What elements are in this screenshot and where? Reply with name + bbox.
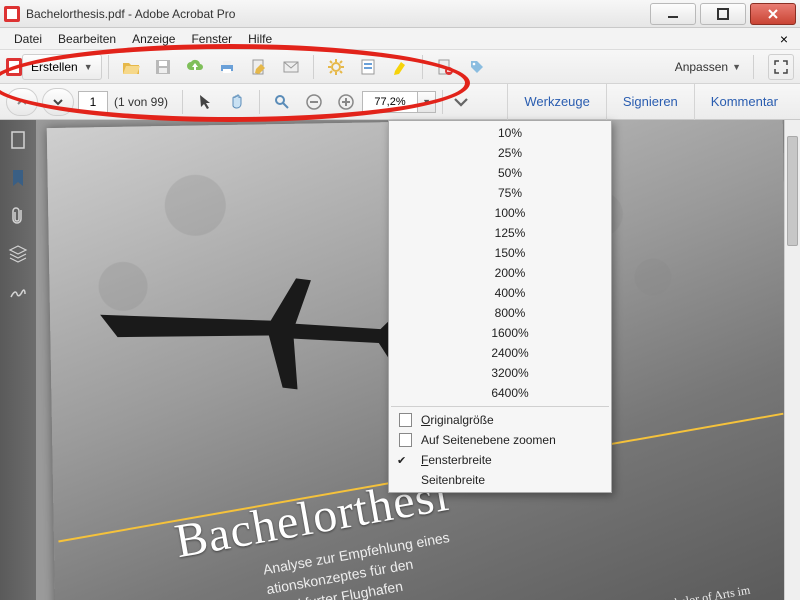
divider <box>259 90 260 114</box>
open-button[interactable] <box>117 54 145 80</box>
zoom-in-button[interactable] <box>332 89 360 115</box>
page-number-input[interactable] <box>78 91 108 113</box>
window-title: Bachelorthesis.pdf - Adobe Acrobat Pro <box>26 7 646 21</box>
signatures-icon[interactable] <box>8 282 28 302</box>
menu-datei[interactable]: Datei <box>6 30 50 48</box>
zoom-option-100[interactable]: 100% <box>389 203 611 223</box>
tag-button[interactable] <box>463 54 491 80</box>
zoom-out-button[interactable] <box>300 89 328 115</box>
customize-label: Anpassen <box>675 60 728 74</box>
zoom-option-50[interactable]: 50% <box>389 163 611 183</box>
page-up-button[interactable] <box>6 88 38 116</box>
page-count-label: (1 von 99) <box>114 95 168 109</box>
layers-icon[interactable] <box>8 244 28 264</box>
maximize-button[interactable] <box>700 3 746 25</box>
close-button[interactable] <box>750 3 796 25</box>
zoom-option-125[interactable]: 125% <box>389 223 611 243</box>
mail-button[interactable] <box>277 54 305 80</box>
divider <box>313 55 314 79</box>
zoom-option-3200[interactable]: 3200% <box>389 363 611 383</box>
create-pdf-icon <box>6 58 22 76</box>
window-titlebar: Bachelorthesis.pdf - Adobe Acrobat Pro <box>0 0 800 28</box>
zoom-option-2400[interactable]: 2400% <box>389 343 611 363</box>
zoom-option-200[interactable]: 200% <box>389 263 611 283</box>
zoom-option-1600[interactable]: 1600% <box>389 323 611 343</box>
menu-hilfe[interactable]: Hilfe <box>240 30 280 48</box>
zoom-value-input[interactable] <box>362 91 418 113</box>
toolbar-menu-button[interactable] <box>451 89 471 115</box>
attachments-icon[interactable] <box>8 206 28 226</box>
chevron-down-icon: ▼ <box>84 62 93 72</box>
zoom-marquee-button[interactable] <box>268 89 296 115</box>
zoom-option-page-width[interactable]: Seitenbreite <box>389 470 611 490</box>
zoom-option-window-width[interactable]: ✔Fensterbreite <box>389 450 611 470</box>
create-label: Erstellen <box>31 60 78 74</box>
page-icon <box>399 433 412 447</box>
edit-button[interactable] <box>245 54 273 80</box>
bookmarks-icon[interactable] <box>8 168 28 188</box>
zoom-option-75[interactable]: 75% <box>389 183 611 203</box>
tab-signieren[interactable]: Signieren <box>606 84 694 120</box>
scrollbar-thumb[interactable] <box>787 136 798 246</box>
toolbar-primary: Erstellen ▼ Anpassen ▼ <box>0 50 800 84</box>
zoom-option-10[interactable]: 10% <box>389 123 611 143</box>
divider <box>442 90 443 114</box>
settings-button[interactable] <box>322 54 350 80</box>
zoom-option-800[interactable]: 800% <box>389 303 611 323</box>
zoom-dropdown-button[interactable]: ▼ <box>418 91 436 113</box>
document-close-icon[interactable]: × <box>774 31 794 47</box>
minimize-button[interactable] <box>650 3 696 25</box>
delete-button[interactable] <box>431 54 459 80</box>
zoom-option-fit-page[interactable]: Auf Seitenebene zoomen <box>389 430 611 450</box>
form-button[interactable] <box>354 54 382 80</box>
toolbar-navigation: (1 von 99) ▼ Werkzeuge Signieren Komment… <box>0 84 800 120</box>
customize-button[interactable]: Anpassen ▼ <box>669 56 747 78</box>
tab-werkzeuge[interactable]: Werkzeuge <box>507 84 606 120</box>
menu-bar: Datei Bearbeiten Anzeige Fenster Hilfe × <box>0 28 800 50</box>
app-icon <box>4 6 20 22</box>
menu-fenster[interactable]: Fenster <box>183 30 240 48</box>
thumbnails-icon[interactable] <box>8 130 28 150</box>
divider <box>182 90 183 114</box>
page-icon <box>399 413 412 427</box>
page-down-button[interactable] <box>42 88 74 116</box>
zoom-option-400[interactable]: 400% <box>389 283 611 303</box>
divider <box>753 55 754 79</box>
save-button[interactable] <box>149 54 177 80</box>
zoom-dropdown-menu: 10% 25% 50% 75% 100% 125% 150% 200% 400%… <box>388 120 612 493</box>
cloud-button[interactable] <box>181 54 209 80</box>
divider <box>108 55 109 79</box>
vertical-scrollbar[interactable] <box>784 120 800 600</box>
right-panel-tabs: Werkzeuge Signieren Kommentar <box>507 84 794 120</box>
print-button[interactable] <box>213 54 241 80</box>
chevron-down-icon: ▼ <box>732 62 741 72</box>
fullscreen-button[interactable] <box>768 54 794 80</box>
zoom-option-original[interactable]: Originalgröße <box>389 410 611 430</box>
hand-tool-button[interactable] <box>223 89 251 115</box>
navigation-sidebar <box>0 120 36 600</box>
menu-anzeige[interactable]: Anzeige <box>124 30 183 48</box>
tab-kommentar[interactable]: Kommentar <box>694 84 794 120</box>
select-tool-button[interactable] <box>191 89 219 115</box>
menu-bearbeiten[interactable]: Bearbeiten <box>50 30 124 48</box>
zoom-option-6400[interactable]: 6400% <box>389 383 611 403</box>
zoom-option-150[interactable]: 150% <box>389 243 611 263</box>
divider <box>422 55 423 79</box>
zoom-option-25[interactable]: 25% <box>389 143 611 163</box>
check-icon: ✔ <box>397 454 406 467</box>
menu-separator <box>391 406 609 407</box>
highlight-button[interactable] <box>386 54 414 80</box>
create-button[interactable]: Erstellen ▼ <box>22 54 102 80</box>
